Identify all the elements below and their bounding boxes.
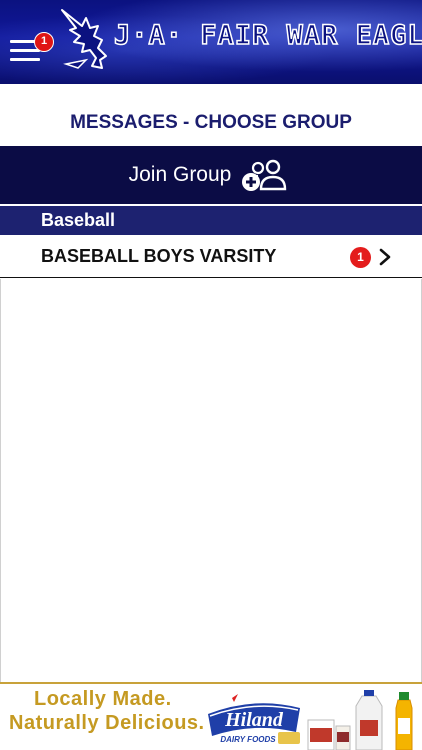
ad-tagline-1: Locally Made. [34, 688, 172, 710]
add-user-group-icon [242, 159, 287, 191]
section-header-baseball: Baseball [0, 206, 422, 235]
join-group-label: Join Group [128, 163, 232, 186]
app-header: 1 J·A· FAIR WAR EAGLES [0, 0, 422, 84]
ad-banner[interactable]: Locally Made. Naturally Delicious. Hilan… [0, 682, 422, 750]
hamburger-icon-bar [10, 58, 40, 61]
hamburger-icon-bar [10, 49, 40, 52]
join-group-button[interactable]: Join Group [0, 146, 422, 204]
ad-brand-name: Hiland [224, 709, 284, 731]
page-title: MESSAGES - CHOOSE GROUP [70, 112, 352, 133]
ad-brand-sub: DAIRY FOODS [220, 735, 276, 744]
menu-notification-badge: 1 [34, 32, 54, 52]
ad-tagline-2: Naturally Delicious. [9, 712, 205, 734]
eagle-logo-icon [61, 9, 107, 69]
chevron-right-icon [379, 248, 391, 266]
ad-products-image [307, 690, 413, 750]
hiland-logo: Hiland DAIRY FOODS [208, 694, 300, 744]
group-row[interactable]: BASEBALL BOYS VARSITY 1 [0, 236, 422, 278]
group-list-empty-area [0, 279, 422, 682]
unread-count-badge: 1 [350, 247, 371, 268]
school-name-logo: J·A· FAIR WAR EAGLES [113, 19, 422, 52]
group-name: BASEBALL BOYS VARSITY [41, 246, 277, 266]
